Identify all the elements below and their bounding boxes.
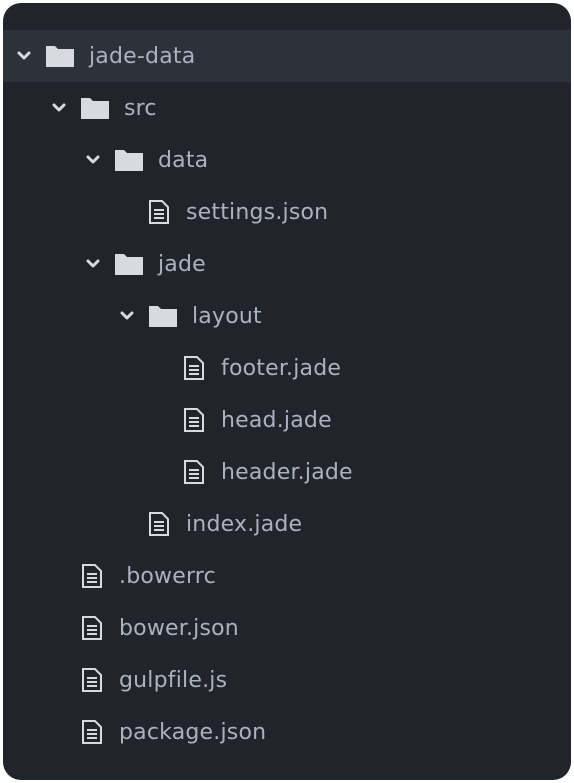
tree-item-label: footer.jade [221,355,342,381]
tree-item-head-jade[interactable]: head.jade [3,394,571,446]
tree-item-label: layout [192,303,262,329]
tree-item-layout[interactable]: layout [3,290,571,342]
tree-item-label: jade-data [89,43,196,69]
tree-item-label: data [158,147,209,173]
tree-item-label: settings.json [186,199,329,225]
file-icon [183,459,205,485]
file-icon [81,563,103,589]
tree-item-label: src [124,95,157,121]
tree-item-header-jade[interactable]: header.jade [3,446,571,498]
chevron-down-icon[interactable] [84,151,102,169]
chevron-down-icon[interactable] [118,307,136,325]
tree-item-label: index.jade [186,511,303,537]
folder-icon [45,44,75,68]
file-icon [81,667,103,693]
tree-item-footer-jade[interactable]: footer.jade [3,342,571,394]
file-icon [148,511,170,537]
folder-icon [148,304,178,328]
chevron-down-icon[interactable] [84,255,102,273]
tree-item-package-json[interactable]: package.json [3,706,571,758]
tree-item-label: gulpfile.js [119,667,228,693]
file-icon [183,407,205,433]
folder-icon [80,96,110,120]
tree-item-label: .bowerrc [119,563,216,589]
file-icon [81,615,103,641]
tree-item-index-jade[interactable]: index.jade [3,498,571,550]
file-tree-panel: jade-data src data settings.json jade la… [3,3,571,780]
tree-item-data[interactable]: data [3,134,571,186]
file-icon [81,719,103,745]
tree-item-jade-data[interactable]: jade-data [3,30,571,82]
file-icon [148,199,170,225]
tree-item-settings-json[interactable]: settings.json [3,186,571,238]
tree-item-label: head.jade [221,407,332,433]
tree-item-label: package.json [119,719,267,745]
tree-item-label: header.jade [221,459,353,485]
tree-item-label: bower.json [119,615,239,641]
folder-icon [114,148,144,172]
file-icon [183,355,205,381]
tree-item-label: jade [158,251,206,277]
tree-item-bower-json[interactable]: bower.json [3,602,571,654]
tree-item-bowerrc[interactable]: .bowerrc [3,550,571,602]
tree-item-gulpfile-js[interactable]: gulpfile.js [3,654,571,706]
tree-item-src[interactable]: src [3,82,571,134]
tree-item-jade[interactable]: jade [3,238,571,290]
chevron-down-icon[interactable] [15,47,33,65]
folder-icon [114,252,144,276]
chevron-down-icon[interactable] [50,99,68,117]
